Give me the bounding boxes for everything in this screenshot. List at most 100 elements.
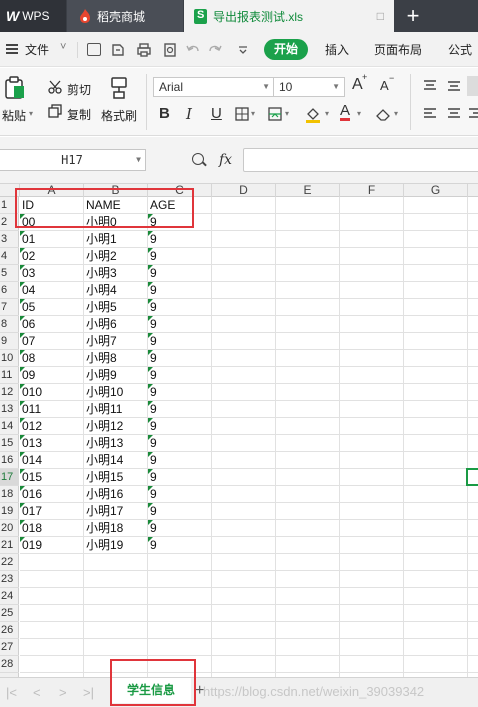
- menu-file[interactable]: 文件: [25, 41, 49, 58]
- row-header[interactable]: 27: [0, 639, 19, 656]
- row-header[interactable]: 17: [0, 469, 19, 486]
- row-header[interactable]: 6: [0, 282, 19, 299]
- table-cell[interactable]: 9: [148, 350, 211, 367]
- table-cell[interactable]: 9: [148, 316, 211, 333]
- align-center-icon[interactable]: [447, 108, 461, 120]
- table-cell[interactable]: 017: [20, 503, 83, 520]
- table-cell[interactable]: 9: [148, 265, 211, 282]
- table-cell[interactable]: 019: [20, 537, 83, 554]
- redo-icon[interactable]: [208, 43, 222, 57]
- table-cell[interactable]: 015: [20, 469, 83, 486]
- table-cell[interactable]: 小明19: [84, 537, 147, 554]
- hamburger-icon[interactable]: [6, 44, 18, 54]
- bold-button[interactable]: B: [159, 105, 170, 122]
- table-cell[interactable]: 9: [148, 452, 211, 469]
- row-header[interactable]: 14: [0, 418, 19, 435]
- table-cell[interactable]: 04: [20, 282, 83, 299]
- row-header[interactable]: 24: [0, 588, 19, 605]
- row-header[interactable]: 8: [0, 316, 19, 333]
- row-header[interactable]: 12: [0, 384, 19, 401]
- row-header[interactable]: 19: [0, 503, 19, 520]
- row-header[interactable]: 13: [0, 401, 19, 418]
- table-cell[interactable]: 小明6: [84, 316, 147, 333]
- next-sheet-button[interactable]: >: [59, 685, 67, 700]
- table-cell[interactable]: 小明17: [84, 503, 147, 520]
- table-cell[interactable]: 9: [148, 231, 211, 248]
- row-header[interactable]: 4: [0, 248, 19, 265]
- row-header[interactable]: 5: [0, 265, 19, 282]
- table-cell[interactable]: 9: [148, 469, 211, 486]
- table-cell[interactable]: 9: [148, 486, 211, 503]
- table-cell[interactable]: 小明5: [84, 299, 147, 316]
- table-cell[interactable]: 016: [20, 486, 83, 503]
- row-header[interactable]: 28: [0, 656, 19, 673]
- row-header[interactable]: 26: [0, 622, 19, 639]
- first-sheet-button[interactable]: |<: [6, 685, 17, 700]
- chevron-down-icon[interactable]: ▾: [285, 109, 289, 118]
- table-cell[interactable]: 07: [20, 333, 83, 350]
- sheet-grid[interactable]: ID NAME AGE 00 小明0 9 01 小明1 9 02 小明2 9 03 小明3 9 04 小明4 9 0…: [20, 197, 478, 677]
- new-tab-button[interactable]: +: [396, 0, 430, 32]
- table-cell[interactable]: 9: [148, 248, 211, 265]
- table-cell[interactable]: 09: [20, 367, 83, 384]
- table-cell[interactable]: 011: [20, 401, 83, 418]
- table-cell[interactable]: 014: [20, 452, 83, 469]
- tab-restore-icon[interactable]: □: [377, 9, 384, 23]
- table-cell[interactable]: 9: [148, 537, 211, 554]
- row-header[interactable]: 21: [0, 537, 19, 554]
- insert-function-button[interactable]: fx: [219, 152, 232, 168]
- column-header-h[interactable]: [468, 184, 478, 197]
- shrink-font-button[interactable]: A: [380, 78, 389, 93]
- table-cell[interactable]: 9: [148, 435, 211, 452]
- table-cell[interactable]: 08: [20, 350, 83, 367]
- row-header[interactable]: 22: [0, 554, 19, 571]
- table-cell[interactable]: 小明11: [84, 401, 147, 418]
- row-header[interactable]: 7: [0, 299, 19, 316]
- tab-docer-shop[interactable]: 稻壳商城: [67, 0, 183, 32]
- table-cell[interactable]: 小明10: [84, 384, 147, 401]
- font-name-select[interactable]: Arial ▼: [153, 77, 275, 97]
- align-bottom-button[interactable]: [467, 76, 478, 96]
- table-cell[interactable]: 012: [20, 418, 83, 435]
- paste-button[interactable]: 粘贴: [2, 107, 26, 124]
- table-cell[interactable]: 小明14: [84, 452, 147, 469]
- table-cell[interactable]: 013: [20, 435, 83, 452]
- row-header[interactable]: 18: [0, 486, 19, 503]
- table-cell[interactable]: 小明1: [84, 231, 147, 248]
- table-cell[interactable]: 小明3: [84, 265, 147, 282]
- tab-document[interactable]: 导出报表测试.xls □: [184, 0, 394, 32]
- align-middle-icon[interactable]: [447, 80, 461, 92]
- table-cell[interactable]: 9: [148, 367, 211, 384]
- table-cell[interactable]: 06: [20, 316, 83, 333]
- row-header[interactable]: 11: [0, 367, 19, 384]
- chevron-down-icon[interactable]: ▾: [394, 109, 398, 118]
- zoom-icon[interactable]: [192, 153, 204, 165]
- column-header-e[interactable]: E: [276, 184, 340, 197]
- cut-button[interactable]: 剪切: [67, 81, 91, 98]
- paste-dropdown-icon[interactable]: ▾: [29, 109, 33, 118]
- table-cell[interactable]: 9: [148, 282, 211, 299]
- print-preview-icon[interactable]: [162, 42, 178, 58]
- tab-insert[interactable]: 插入: [325, 41, 349, 58]
- italic-button[interactable]: I: [186, 105, 192, 123]
- row-header[interactable]: 3: [0, 231, 19, 248]
- save-icon[interactable]: [87, 43, 101, 56]
- align-left-icon[interactable]: [423, 108, 437, 120]
- row-header[interactable]: 23: [0, 571, 19, 588]
- paste-icon[interactable]: [4, 76, 26, 100]
- name-box[interactable]: H17 ▼: [0, 149, 146, 171]
- formula-input[interactable]: [243, 148, 478, 172]
- column-header-g[interactable]: G: [404, 184, 468, 197]
- font-color-button[interactable]: A: [340, 103, 351, 121]
- align-right-icon[interactable]: [469, 108, 478, 120]
- align-top-icon[interactable]: [423, 80, 437, 92]
- table-cell[interactable]: 9: [148, 333, 211, 350]
- table-cell[interactable]: 9: [148, 384, 211, 401]
- chevron-down-icon[interactable]: ▾: [357, 109, 361, 118]
- row-header[interactable]: 25: [0, 605, 19, 622]
- table-cell[interactable]: 010: [20, 384, 83, 401]
- chevron-down-icon[interactable]: ˅: [60, 41, 66, 53]
- merge-cells-icon[interactable]: [268, 107, 282, 121]
- table-cell[interactable]: 9: [148, 401, 211, 418]
- row-header[interactable]: 9: [0, 333, 19, 350]
